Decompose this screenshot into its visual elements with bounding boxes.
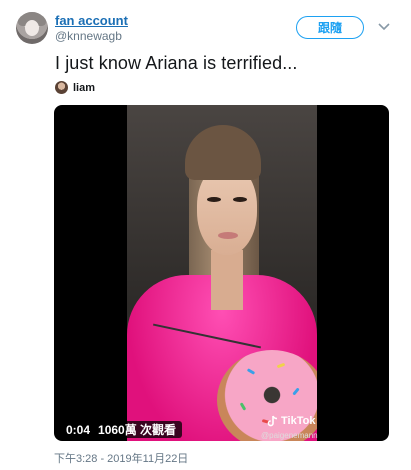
- tagged-user[interactable]: liam: [55, 81, 95, 94]
- tweet-timestamp[interactable]: 下午3:28 - 2019年11月22日: [54, 450, 188, 466]
- author-avatar[interactable]: [16, 12, 48, 44]
- author-handle: @knnewagb: [55, 29, 122, 43]
- tiktok-icon: [267, 415, 278, 427]
- video-views: 1060萬 次觀看: [98, 423, 177, 437]
- sprinkle: [239, 402, 247, 411]
- tagged-user-avatar: [55, 81, 68, 94]
- avatar-face: [25, 20, 39, 36]
- tiktok-brand: TikTok: [281, 415, 316, 427]
- sprinkle: [246, 368, 256, 375]
- video-time: 0:04: [66, 422, 91, 437]
- tweet-text: I just know Ariana is terrified...: [55, 53, 298, 73]
- video-eye-right: [233, 197, 247, 202]
- video-eye-left: [207, 197, 221, 202]
- tiktok-watermark: TikTok: [267, 415, 315, 427]
- video-neck: [211, 250, 243, 310]
- tagged-user-name: liam: [73, 81, 96, 94]
- video-stats-overlay: 0:04 1060萬 次觀看: [60, 421, 183, 438]
- video-player[interactable]: TikTok @paigenemann 0:04 1060萬 次觀看: [54, 105, 389, 441]
- follow-button[interactable]: 跟隨: [296, 16, 364, 39]
- tiktok-username: @paigenemann: [261, 431, 318, 440]
- sprinkle: [292, 387, 300, 396]
- chevron-down-icon[interactable]: [377, 20, 391, 34]
- video-lips: [218, 232, 238, 239]
- author-display-name[interactable]: fan account: [55, 13, 128, 28]
- video-frame: [127, 105, 317, 441]
- sprinkle: [276, 362, 286, 369]
